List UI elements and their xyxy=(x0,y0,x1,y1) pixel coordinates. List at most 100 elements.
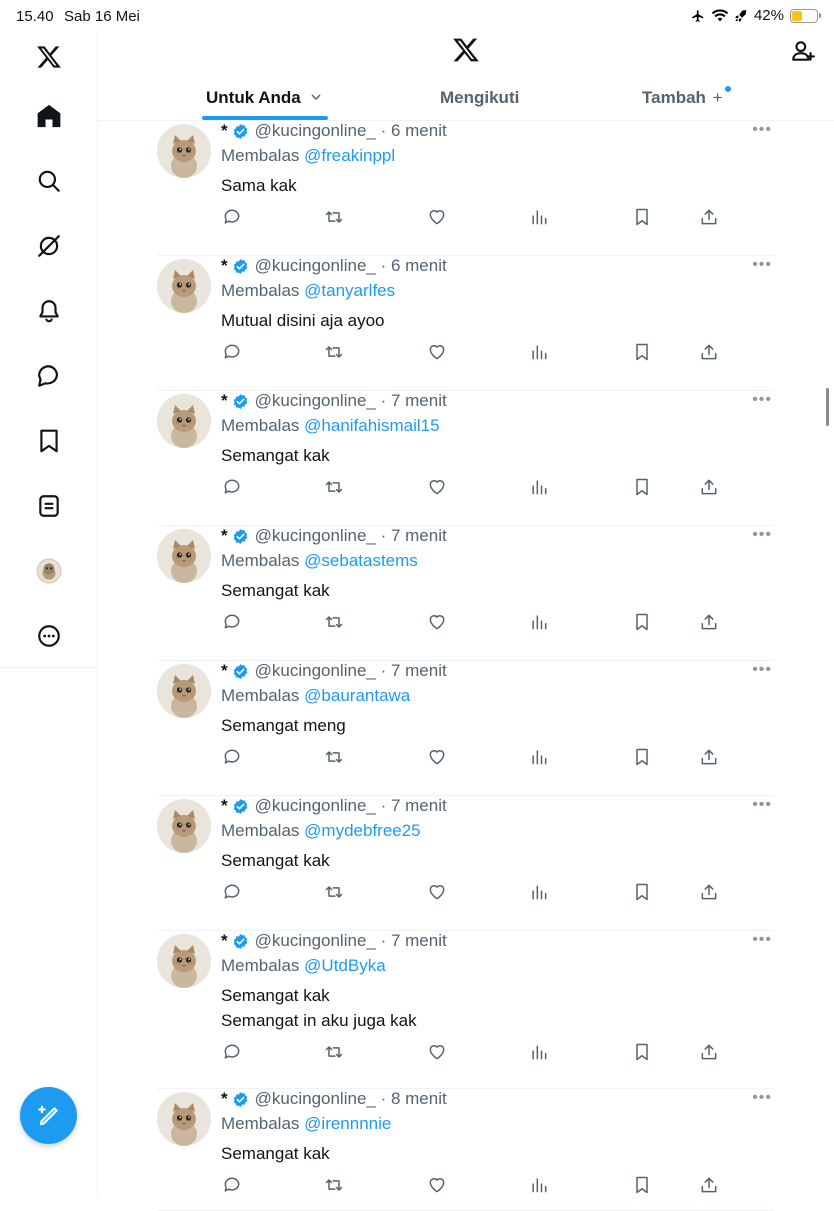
reply-button[interactable] xyxy=(221,746,243,768)
views-button[interactable] xyxy=(528,611,550,633)
tweet-author-name[interactable]: * xyxy=(221,391,228,411)
share-button[interactable] xyxy=(698,206,720,228)
reply-button[interactable] xyxy=(221,1174,243,1196)
x-logo-header[interactable] xyxy=(452,36,480,64)
add-user-icon[interactable] xyxy=(790,38,816,64)
more-options-icon[interactable]: ••• xyxy=(752,1089,772,1107)
scrollbar[interactable] xyxy=(826,388,829,426)
bookmark-button[interactable] xyxy=(631,746,653,768)
views-button[interactable] xyxy=(528,746,550,768)
reply-mention[interactable]: @tanyarlfes xyxy=(304,281,395,300)
bell-icon[interactable] xyxy=(34,296,64,326)
tweet-author-name[interactable]: * xyxy=(221,661,228,681)
like-button[interactable] xyxy=(426,476,448,498)
views-button[interactable] xyxy=(528,881,550,903)
tweet-handle[interactable]: @kucingonline_ xyxy=(255,661,376,681)
tweet[interactable]: * @kucingonline_ · 7 menit ••• Membalas … xyxy=(157,526,774,661)
share-button[interactable] xyxy=(698,1174,720,1196)
retweet-button[interactable] xyxy=(323,1041,345,1063)
tweet-avatar[interactable] xyxy=(157,799,211,853)
share-button[interactable] xyxy=(698,341,720,363)
message-icon[interactable] xyxy=(34,361,64,391)
tweet-handle[interactable]: @kucingonline_ xyxy=(255,931,376,951)
list-icon[interactable] xyxy=(34,491,64,521)
tweet[interactable]: * @kucingonline_ · 7 menit ••• Membalas … xyxy=(157,391,774,526)
tweet-time[interactable]: 6 menit xyxy=(391,121,447,141)
share-button[interactable] xyxy=(698,476,720,498)
tweet[interactable]: * @kucingonline_ · 6 menit ••• Membalas … xyxy=(157,121,774,256)
reply-button[interactable] xyxy=(221,1041,243,1063)
tweet-handle[interactable]: @kucingonline_ xyxy=(255,391,376,411)
tweet[interactable]: * @kucingonline_ · 6 menit ••• Membalas … xyxy=(157,256,774,391)
tweet-time[interactable]: 7 menit xyxy=(391,526,447,546)
tweet-avatar[interactable] xyxy=(157,934,211,988)
views-button[interactable] xyxy=(528,206,550,228)
reply-mention[interactable]: @irennnnie xyxy=(304,1114,391,1133)
tweet-time[interactable]: 6 menit xyxy=(391,256,447,276)
share-button[interactable] xyxy=(698,611,720,633)
like-button[interactable] xyxy=(426,746,448,768)
reply-button[interactable] xyxy=(221,881,243,903)
tab-following[interactable]: Mengikuti xyxy=(440,88,519,108)
tweet[interactable]: * @kucingonline_ · 7 menit ••• Membalas … xyxy=(157,661,774,796)
share-button[interactable] xyxy=(698,746,720,768)
grok-icon[interactable] xyxy=(34,231,64,261)
bookmark-button[interactable] xyxy=(631,206,653,228)
reply-mention[interactable]: @hanifahismail15 xyxy=(304,416,439,435)
retweet-button[interactable] xyxy=(323,1174,345,1196)
retweet-button[interactable] xyxy=(323,746,345,768)
views-button[interactable] xyxy=(528,341,550,363)
views-button[interactable] xyxy=(528,1041,550,1063)
profile-avatar[interactable] xyxy=(34,556,64,586)
retweet-button[interactable] xyxy=(323,476,345,498)
like-button[interactable] xyxy=(426,206,448,228)
tweet-avatar[interactable] xyxy=(157,529,211,583)
tweet-author-name[interactable]: * xyxy=(221,121,228,141)
bookmark-button[interactable] xyxy=(631,476,653,498)
bookmark-button[interactable] xyxy=(631,1041,653,1063)
tweet[interactable]: * @kucingonline_ · 7 menit ••• Membalas … xyxy=(157,931,774,1089)
bookmark-icon[interactable] xyxy=(34,426,64,456)
tweet-handle[interactable]: @kucingonline_ xyxy=(255,256,376,276)
reply-mention[interactable]: @UtdByka xyxy=(304,956,386,975)
tweet-author-name[interactable]: * xyxy=(221,526,228,546)
tweet-avatar[interactable] xyxy=(157,394,211,448)
reply-mention[interactable]: @mydebfree25 xyxy=(304,821,421,840)
reply-button[interactable] xyxy=(221,611,243,633)
share-button[interactable] xyxy=(698,1041,720,1063)
tweet-author-name[interactable]: * xyxy=(221,1089,228,1109)
tweet-time[interactable]: 7 menit xyxy=(391,931,447,951)
tweet-author-name[interactable]: * xyxy=(221,256,228,276)
tweet-handle[interactable]: @kucingonline_ xyxy=(255,796,376,816)
tweet-handle[interactable]: @kucingonline_ xyxy=(255,121,376,141)
x-logo[interactable] xyxy=(34,42,64,72)
tweet[interactable]: * @kucingonline_ · 8 menit ••• Membalas … xyxy=(157,1089,774,1211)
like-button[interactable] xyxy=(426,1174,448,1196)
tweet-author-name[interactable]: * xyxy=(221,931,228,951)
tweet-time[interactable]: 7 menit xyxy=(391,391,447,411)
more-options-icon[interactable]: ••• xyxy=(752,526,772,544)
bookmark-button[interactable] xyxy=(631,881,653,903)
tweet-handle[interactable]: @kucingonline_ xyxy=(255,526,376,546)
bookmark-button[interactable] xyxy=(631,1174,653,1196)
tweet[interactable]: * @kucingonline_ · 7 menit ••• Membalas … xyxy=(157,796,774,931)
like-button[interactable] xyxy=(426,341,448,363)
like-button[interactable] xyxy=(426,881,448,903)
retweet-button[interactable] xyxy=(323,206,345,228)
tweet-avatar[interactable] xyxy=(157,664,211,718)
tweet-time[interactable]: 8 menit xyxy=(391,1089,447,1109)
tweet-time[interactable]: 7 menit xyxy=(391,796,447,816)
more-options-icon[interactable]: ••• xyxy=(752,391,772,409)
compose-button[interactable] xyxy=(20,1087,77,1144)
reply-mention[interactable]: @baurantawa xyxy=(304,686,410,705)
like-button[interactable] xyxy=(426,1041,448,1063)
reply-button[interactable] xyxy=(221,476,243,498)
tweet-avatar[interactable] xyxy=(157,1092,211,1146)
tweet-avatar[interactable] xyxy=(157,124,211,178)
tweet-avatar[interactable] xyxy=(157,259,211,313)
retweet-button[interactable] xyxy=(323,341,345,363)
bookmark-button[interactable] xyxy=(631,611,653,633)
more-options-icon[interactable]: ••• xyxy=(752,121,772,139)
tweet-time[interactable]: 7 menit xyxy=(391,661,447,681)
more-circle-icon[interactable] xyxy=(34,621,64,651)
